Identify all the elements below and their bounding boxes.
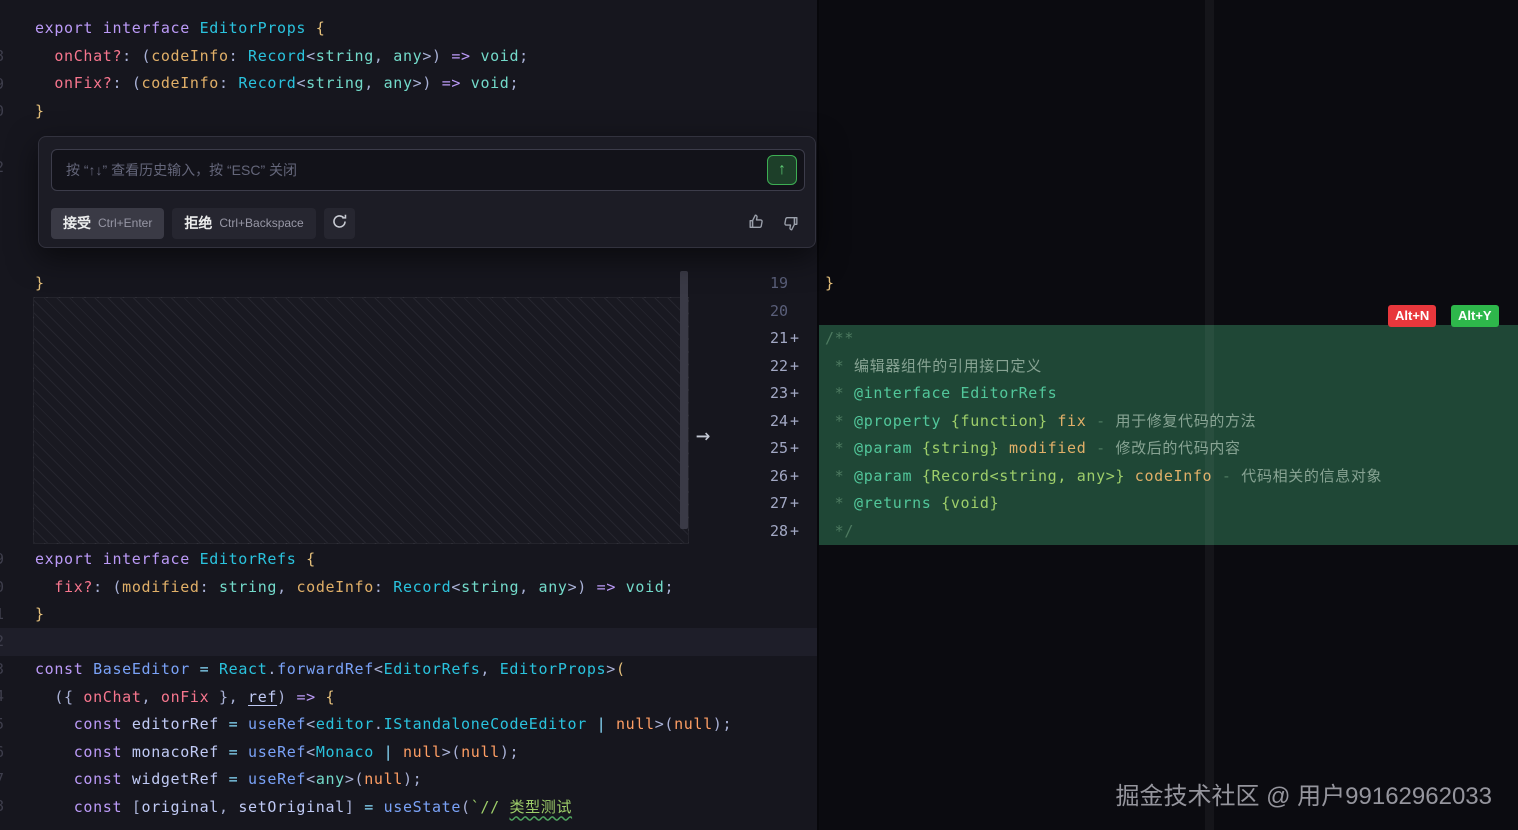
diff-added-line-bg <box>819 518 1518 546</box>
diff-row[interactable]: 24+ * @property {function} fix - 用于修复代码的… <box>0 408 1518 436</box>
code-line[interactable]: fix?: (modified: string, codeInfo: Recor… <box>35 574 732 602</box>
editor-window: { "colors": { "diff_added_bg": "#1f4736"… <box>0 0 1518 830</box>
code-line[interactable]: const widgetRef = useRef<any>(null); <box>35 766 732 794</box>
accept-label: 接受 <box>63 213 91 233</box>
added-plus-sign: + <box>790 490 799 518</box>
code-line[interactable]: onFix?: (codeInfo: Record<string, any>) … <box>35 70 529 98</box>
code-editor-bottom[interactable]: export interface EditorRefs { fix?: (mod… <box>35 546 732 821</box>
code-line[interactable]: export interface EditorProps { <box>35 15 529 43</box>
code-line[interactable]: * @property {function} fix - 用于修复代码的方法 <box>825 408 1256 436</box>
line-number: 24 <box>742 408 788 436</box>
code-line[interactable]: export interface EditorRefs { <box>35 546 732 574</box>
added-plus-sign: + <box>790 435 799 463</box>
shortcut-badge-alt-y: Alt+Y <box>1451 305 1499 327</box>
code-line[interactable]: * @param {string} modified - 修改后的代码内容 <box>825 435 1241 463</box>
code-line[interactable]: const monacoRef = useRef<Monaco | null>(… <box>35 739 732 767</box>
line-number-fragment: 0 <box>0 574 4 602</box>
diff-added-line-bg <box>819 325 1518 353</box>
diff-row[interactable]: 28+ */ <box>0 518 1518 546</box>
diff-row[interactable]: 20 <box>0 298 1518 326</box>
diff-row[interactable]: 25+ * @param {string} modified - 修改后的代码内… <box>0 435 1518 463</box>
diff-modified-pane[interactable]: 19}2021+/**22+ * 编辑器组件的引用接口定义23+ * @inte… <box>0 270 1518 545</box>
line-number-fragment: 8 <box>0 793 4 821</box>
line-number: 21 <box>742 325 788 353</box>
code-line[interactable]: ({ onChat, onFix }, ref) => { <box>35 684 732 712</box>
code-editor-top[interactable]: export interface EditorProps { onChat?: … <box>35 15 529 125</box>
reject-shortcut: Ctrl+Backspace <box>219 216 303 230</box>
line-number-fragment: 5 <box>0 711 4 739</box>
line-number: 22 <box>742 353 788 381</box>
diff-row[interactable]: 19} <box>0 270 1518 298</box>
diff-row[interactable]: 23+ * @interface EditorRefs <box>0 380 1518 408</box>
line-number: 27 <box>742 490 788 518</box>
line-number-fragment: 6 <box>0 739 4 767</box>
diff-arrow-icon: → <box>696 421 710 449</box>
code-line[interactable]: const [original, setOriginal] = useState… <box>35 794 732 822</box>
inline-chat-widget: ↑ 接受 Ctrl+Enter 拒绝 Ctrl+Backspace <box>38 136 816 248</box>
line-number-fragment: 4 <box>0 683 4 711</box>
regenerate-button[interactable] <box>324 208 355 239</box>
diff-row[interactable]: 22+ * 编辑器组件的引用接口定义 <box>0 353 1518 381</box>
line-number: 28 <box>742 518 788 546</box>
line-number: 20 <box>742 298 788 326</box>
line-number-fragment: 9 <box>0 546 4 574</box>
code-line[interactable]: const BaseEditor = React.forwardRef<Edit… <box>35 656 732 684</box>
added-plus-sign: + <box>790 463 799 491</box>
line-number: 25 <box>742 435 788 463</box>
code-line[interactable]: * @interface EditorRefs <box>825 380 1057 408</box>
accept-shortcut: Ctrl+Enter <box>98 216 152 230</box>
widget-button-row: 接受 Ctrl+Enter 拒绝 Ctrl+Backspace <box>51 207 803 239</box>
code-line[interactable]: * @param {Record<string, any>} codeInfo … <box>825 463 1382 491</box>
code-line[interactable]: } <box>825 270 835 298</box>
shortcut-badge-alt-n: Alt+N <box>1388 305 1436 327</box>
code-line[interactable]: */ <box>825 518 854 546</box>
thumbs-down-icon <box>781 214 800 233</box>
diff-row[interactable]: 27+ * @returns {void} <box>0 490 1518 518</box>
line-number: 19 <box>742 270 788 298</box>
reject-button[interactable]: 拒绝 Ctrl+Backspace <box>172 208 315 239</box>
code-line[interactable]: onChat?: (codeInfo: Record<string, any>)… <box>35 43 529 71</box>
thumbs-down-button[interactable] <box>777 210 803 236</box>
thumbs-up-button[interactable] <box>743 210 769 236</box>
accept-button[interactable]: 接受 Ctrl+Enter <box>51 208 164 239</box>
line-number-fragment: 0 <box>0 98 4 126</box>
code-line[interactable]: const editorRef = useRef<editor.IStandal… <box>35 711 732 739</box>
watermark: 掘金技术社区 @ 用户99162962033 <box>1115 776 1492 811</box>
refresh-icon <box>331 213 348 233</box>
added-plus-sign: + <box>790 408 799 436</box>
up-arrow-icon: ↑ <box>778 161 786 179</box>
line-number: 26 <box>742 463 788 491</box>
code-line[interactable]: } <box>35 601 732 629</box>
added-plus-sign: + <box>790 380 799 408</box>
diff-row[interactable]: 21+ /** <box>0 325 1518 353</box>
code-line[interactable]: /** <box>825 325 854 353</box>
diff-scrollbar[interactable] <box>680 271 688 529</box>
added-plus-sign: + <box>790 518 799 546</box>
line-number-fragment: 8 <box>0 43 4 71</box>
line-number-fragment: 3 <box>0 656 4 684</box>
added-plus-sign: + <box>790 353 799 381</box>
thumbs-up-icon <box>747 212 766 234</box>
send-button[interactable]: ↑ <box>767 155 797 185</box>
diff-row[interactable]: 26+ * @param {Record<string, any>} codeI… <box>0 463 1518 491</box>
chat-input[interactable] <box>51 149 805 191</box>
line-number-fragment: 1 <box>0 601 4 629</box>
line-number-fragment: 2 <box>0 154 4 182</box>
diff-line-bg <box>819 270 1518 298</box>
line-number: 23 <box>742 380 788 408</box>
code-line[interactable]: * @returns {void} <box>825 490 999 518</box>
line-number-fragment: 7 <box>0 766 4 794</box>
reject-label: 拒绝 <box>184 213 212 233</box>
added-plus-sign: + <box>790 325 799 353</box>
code-line[interactable]: * 编辑器组件的引用接口定义 <box>825 353 1042 381</box>
code-line[interactable] <box>35 629 732 657</box>
line-number-fragment: 9 <box>0 71 4 99</box>
line-number-fragment: 2 <box>0 628 4 656</box>
code-line[interactable]: } <box>35 98 529 126</box>
